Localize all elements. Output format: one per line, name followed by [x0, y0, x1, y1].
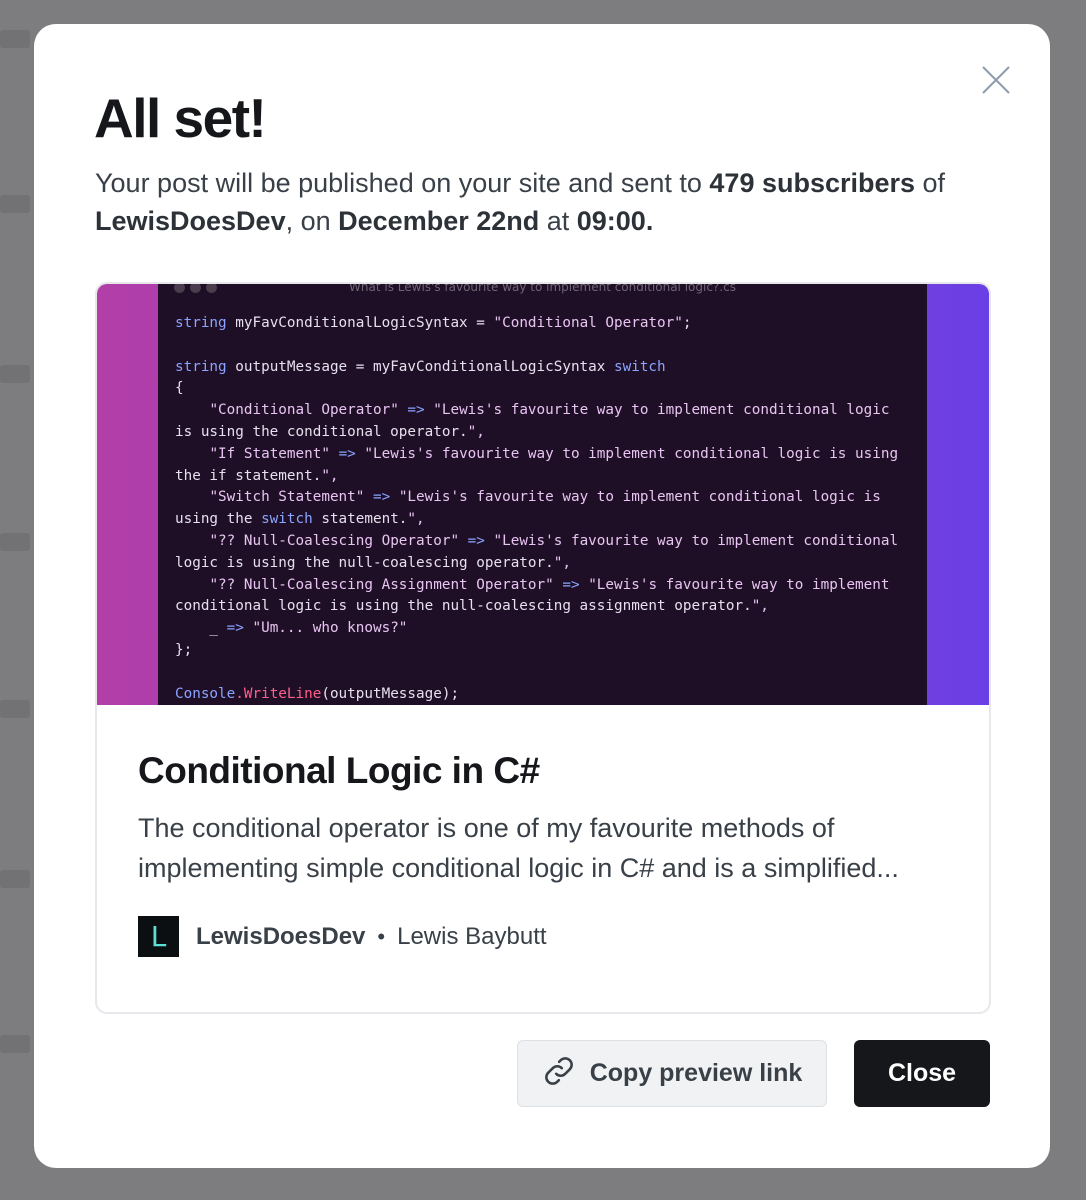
- publish-date: December 22nd: [338, 206, 540, 236]
- site-logo: L: [138, 916, 179, 957]
- post-excerpt: The conditional operator is one of my fa…: [138, 813, 899, 883]
- code-window-title: What is Lewis's favourite way to impleme…: [349, 284, 736, 294]
- feature-image: What is Lewis's favourite way to impleme…: [97, 284, 989, 705]
- publish-time: 09:00.: [576, 206, 654, 236]
- description-text: , on: [285, 206, 339, 236]
- code-window: What is Lewis's favourite way to impleme…: [158, 284, 927, 705]
- byline-site-name: LewisDoesDev: [196, 922, 366, 950]
- close-icon[interactable]: [980, 64, 1012, 96]
- publish-confirmation-modal: All set! Your post will be published on …: [34, 24, 1050, 1168]
- background-text: [0, 195, 30, 213]
- post-preview-card: What is Lewis's favourite way to impleme…: [95, 282, 991, 1014]
- background-text: [0, 533, 30, 551]
- description-text: of: [915, 168, 946, 198]
- code-snippet: string myFavConditionalLogicSyntax = "Co…: [175, 315, 899, 702]
- subscriber-count: 479 subscribers: [709, 168, 916, 198]
- byline-separator: •: [377, 923, 386, 949]
- background-text: [0, 870, 30, 888]
- link-icon: [542, 1054, 576, 1093]
- description-text: at: [539, 206, 577, 236]
- background-text: [0, 700, 30, 718]
- modal-title: All set!: [94, 87, 267, 149]
- byline-author: Lewis Baybutt: [397, 922, 547, 950]
- close-button-label: Close: [887, 1059, 957, 1087]
- publish-description: Your post will be published on your site…: [95, 164, 1005, 240]
- description-text: Your post will be published on your site…: [95, 168, 710, 198]
- background-text: [0, 365, 30, 383]
- copy-preview-link-label: Copy preview link: [589, 1059, 803, 1087]
- background-text: [0, 1035, 30, 1053]
- background-text: [0, 30, 30, 48]
- post-title: Conditional Logic in C#: [138, 750, 540, 791]
- post-byline: L LewisDoesDev • Lewis Baybutt: [138, 916, 547, 957]
- copy-preview-link-button[interactable]: Copy preview link: [517, 1040, 827, 1107]
- site-name: LewisDoesDev: [95, 206, 286, 236]
- close-button[interactable]: Close: [854, 1040, 990, 1107]
